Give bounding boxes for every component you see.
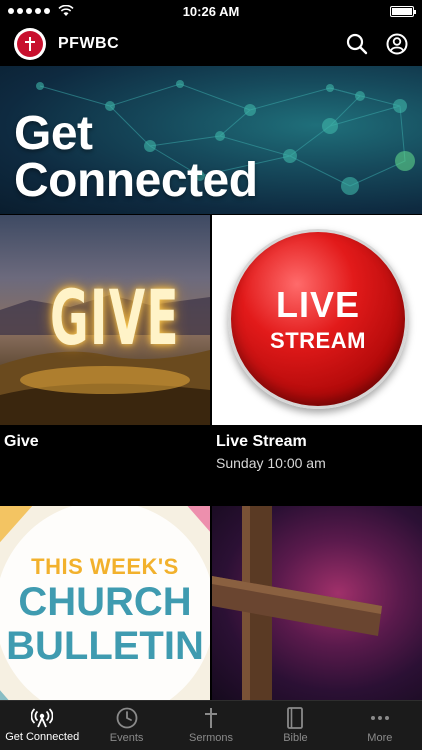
live-image-text: LIVE	[275, 284, 360, 325]
church-bulletin-tile[interactable]: THIS WEEK'S CHURCH BULLETIN	[0, 506, 210, 700]
status-bar: 10:26 AM	[0, 0, 422, 22]
bulletin-line2: CHURCH	[18, 580, 192, 624]
more-dots-icon	[370, 716, 389, 720]
tab-label: Get Connected	[5, 731, 80, 743]
bulletin-line3: BULLETIN	[6, 624, 204, 668]
hero-title-line2: Connected	[14, 154, 258, 208]
profile-icon[interactable]	[386, 33, 408, 55]
tab-sermons[interactable]: Sermons	[169, 701, 253, 750]
clock-icon	[116, 707, 138, 729]
tab-get-connected[interactable]: Get Connected	[0, 701, 84, 750]
live-stream-title: Live Stream	[216, 433, 307, 450]
hero-title-line1: Get	[14, 107, 93, 160]
church-cross-logo-icon[interactable]	[14, 28, 46, 60]
live-stream-tile[interactable]: LIVE STREAM	[212, 215, 422, 425]
wooden-cross-image	[212, 506, 382, 700]
hero-title: Get Connected	[14, 107, 258, 208]
tab-more[interactable]: More	[338, 701, 422, 750]
bulletin-line1: THIS WEEK'S	[31, 554, 179, 579]
give-caption[interactable]: Give	[0, 425, 210, 506]
give-tile[interactable]: GIVE	[0, 215, 210, 425]
wooden-cross-tile[interactable]	[212, 506, 422, 700]
give-image-text: GIVE	[50, 273, 180, 362]
search-icon[interactable]	[346, 33, 368, 55]
tab-label: Bible	[283, 732, 308, 744]
tab-bar: Get Connected Events Sermons Bible More	[0, 700, 422, 750]
wifi-icon	[58, 5, 74, 16]
give-title: Give	[4, 433, 39, 450]
tab-bible[interactable]: Bible	[253, 701, 337, 750]
book-icon	[287, 707, 304, 729]
app-title: PFWBC	[58, 35, 120, 52]
broadcast-icon	[31, 708, 54, 728]
tab-label: Events	[109, 732, 144, 744]
live-stream-schedule: Sunday 10:00 am	[216, 455, 326, 471]
live-stream-caption[interactable]: Live Stream Sunday 10:00 am	[212, 425, 422, 506]
status-time: 10:26 AM	[182, 3, 240, 19]
get-connected-banner: Get Connected	[0, 66, 422, 214]
app-header: PFWBC	[0, 22, 422, 66]
tab-label: Sermons	[189, 732, 234, 744]
tab-events[interactable]: Events	[84, 701, 168, 750]
battery-icon	[390, 5, 416, 17]
tab-label: More	[367, 732, 393, 744]
signal-strength	[8, 5, 74, 17]
cross-icon	[205, 708, 218, 728]
live-stream-button-graphic: LIVE STREAM	[228, 229, 408, 409]
stream-image-text: STREAM	[270, 328, 366, 353]
